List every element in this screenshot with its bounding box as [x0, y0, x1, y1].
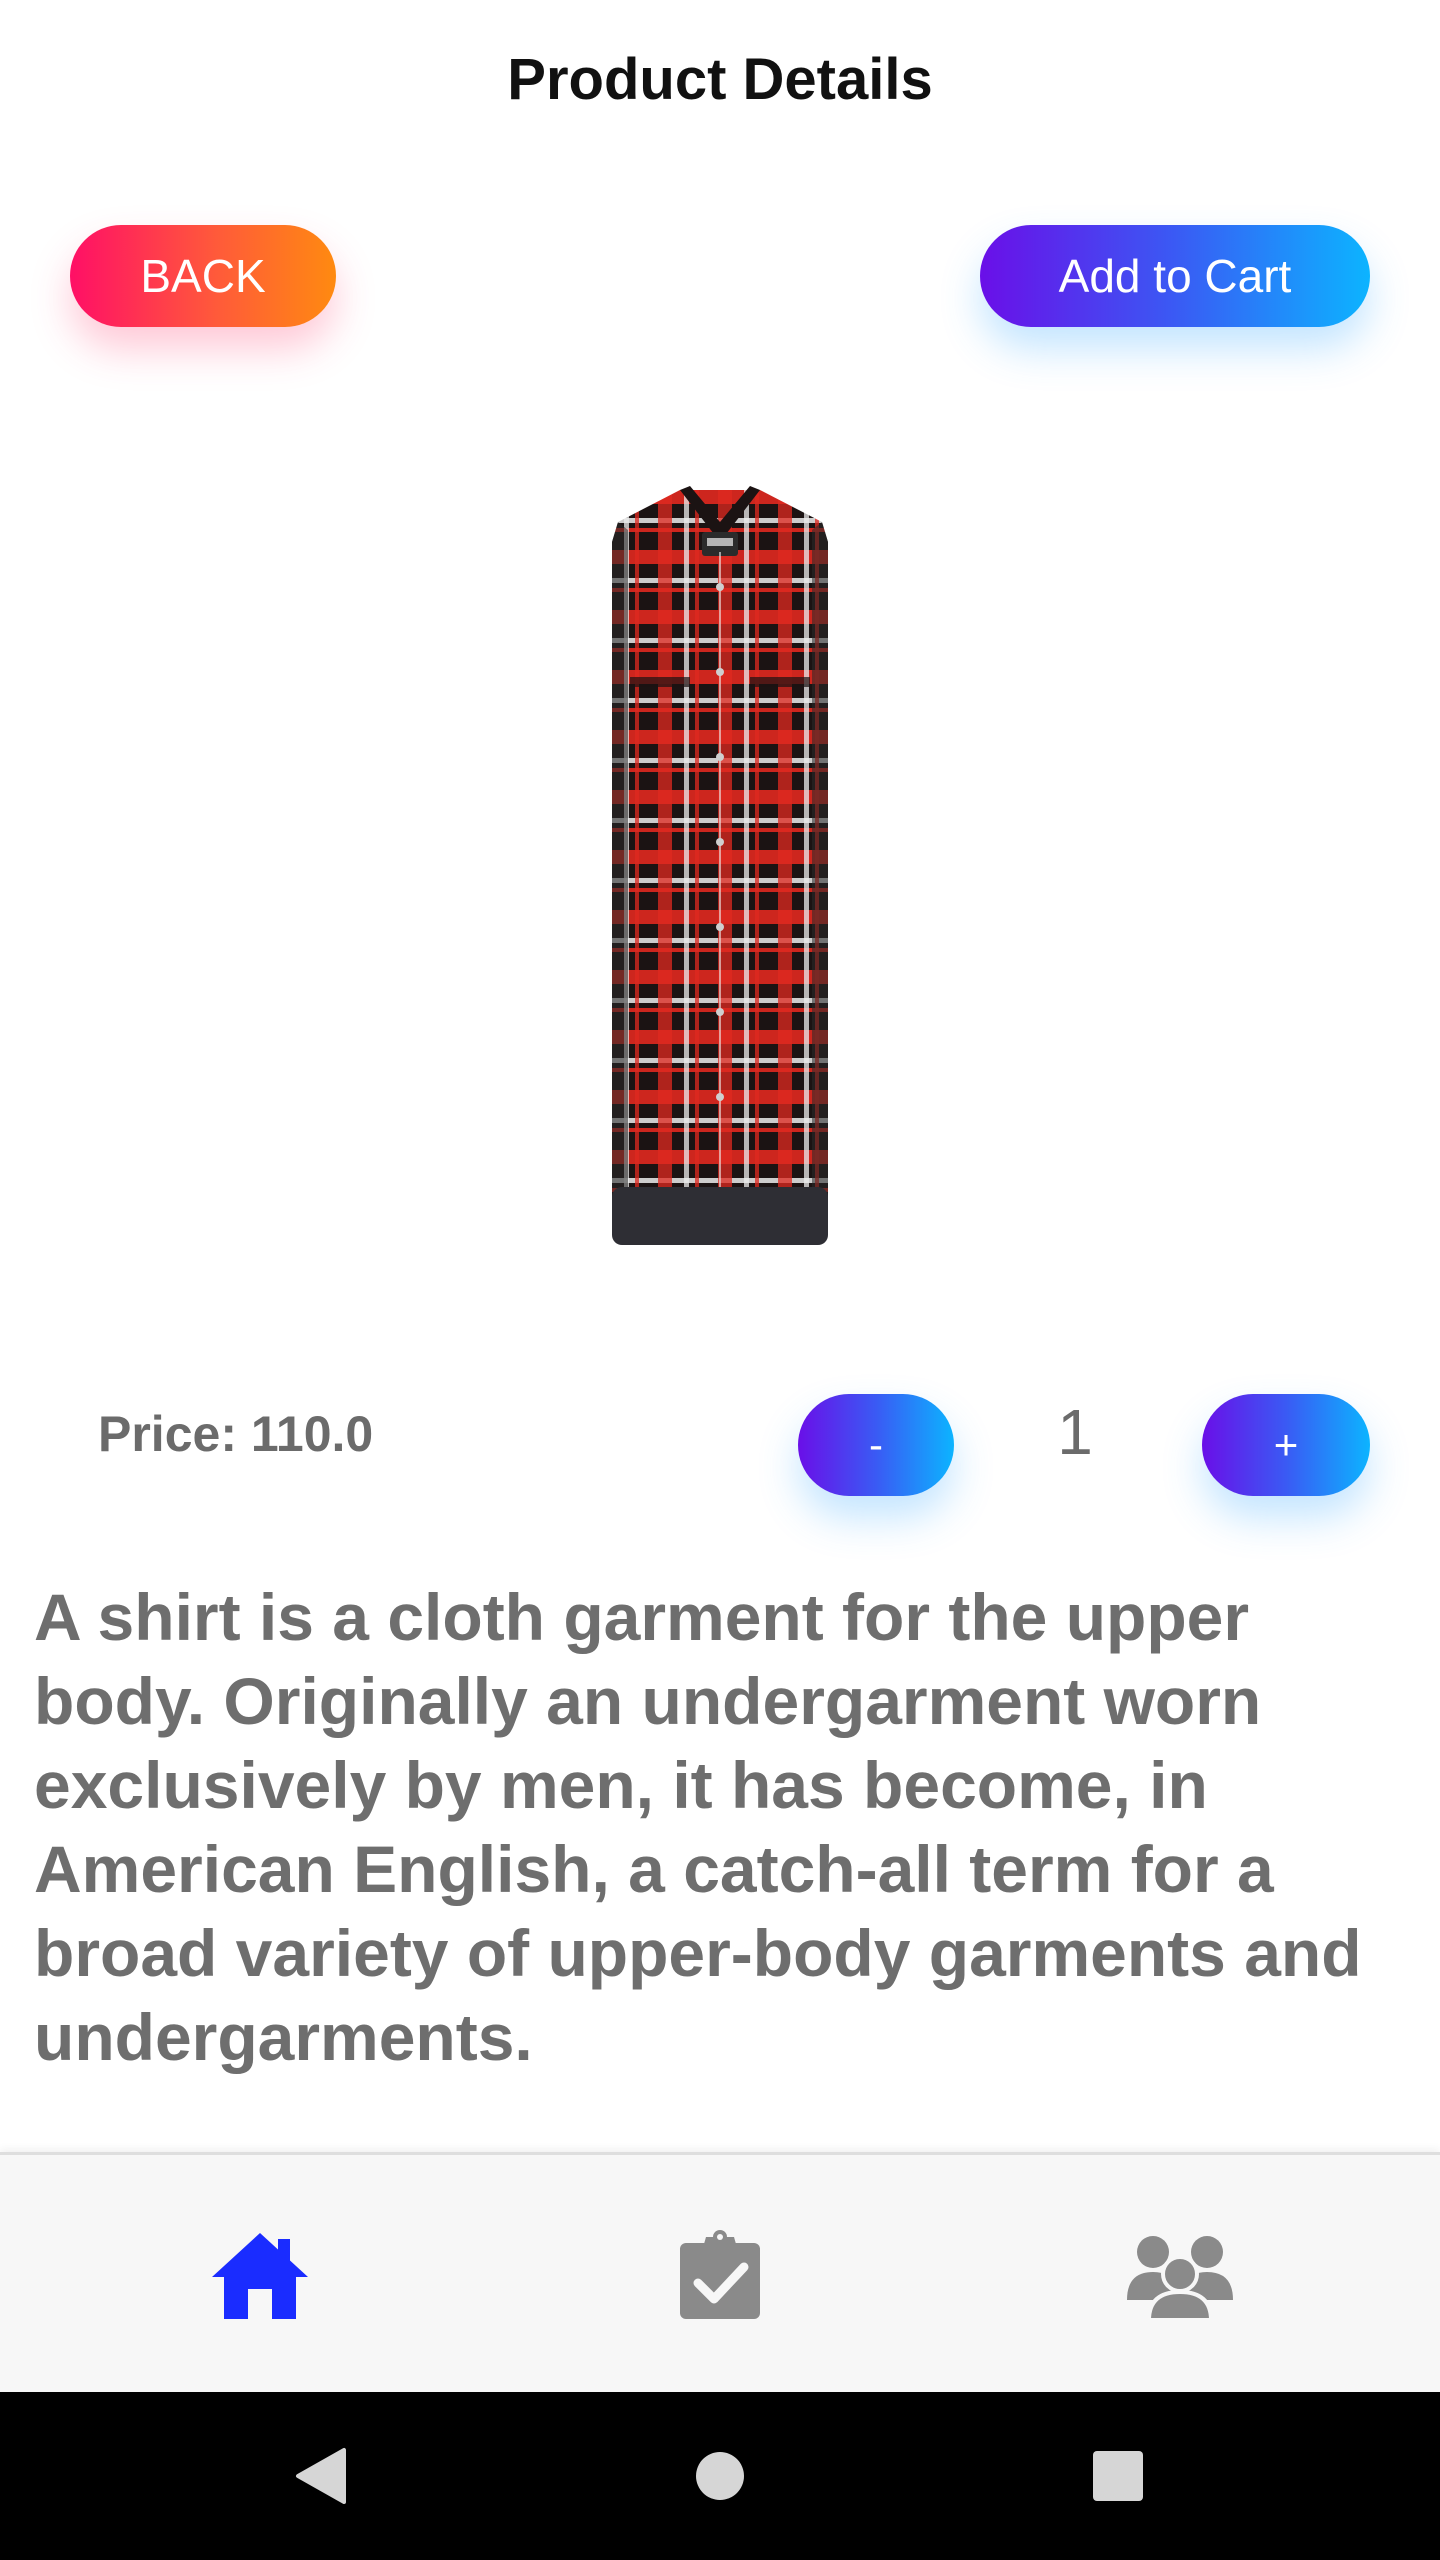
plaid-shirt-image	[612, 486, 828, 1245]
back-button[interactable]: BACK	[70, 225, 336, 327]
system-navigation-bar	[0, 2392, 1440, 2560]
system-back-button[interactable]	[240, 2392, 400, 2560]
nav-item-tasks[interactable]	[480, 2155, 960, 2395]
users-icon	[1127, 2236, 1233, 2320]
recents-square-icon	[1093, 2451, 1143, 2501]
quantity-value: 1	[1057, 1396, 1093, 1468]
bottom-nav	[0, 2152, 1440, 2395]
home-icon	[212, 2233, 308, 2319]
page-title: Product Details	[507, 47, 933, 112]
quantity-increment-button[interactable]: +	[1202, 1394, 1370, 1496]
product-description: A shirt is a cloth garment for the upper…	[34, 1580, 1362, 2074]
system-home-button[interactable]	[640, 2392, 800, 2560]
nav-item-users[interactable]	[940, 2155, 1420, 2395]
clipboard-check-icon	[680, 2230, 760, 2319]
home-circle-icon	[696, 2452, 744, 2500]
back-triangle-icon	[296, 2448, 346, 2504]
nav-item-home[interactable]	[20, 2155, 500, 2395]
system-recents-button[interactable]	[1038, 2392, 1198, 2560]
add-to-cart-button[interactable]: Add to Cart	[980, 225, 1370, 327]
price-label: Price: 110.0	[98, 1406, 374, 1462]
quantity-decrement-button[interactable]: -	[798, 1394, 954, 1496]
